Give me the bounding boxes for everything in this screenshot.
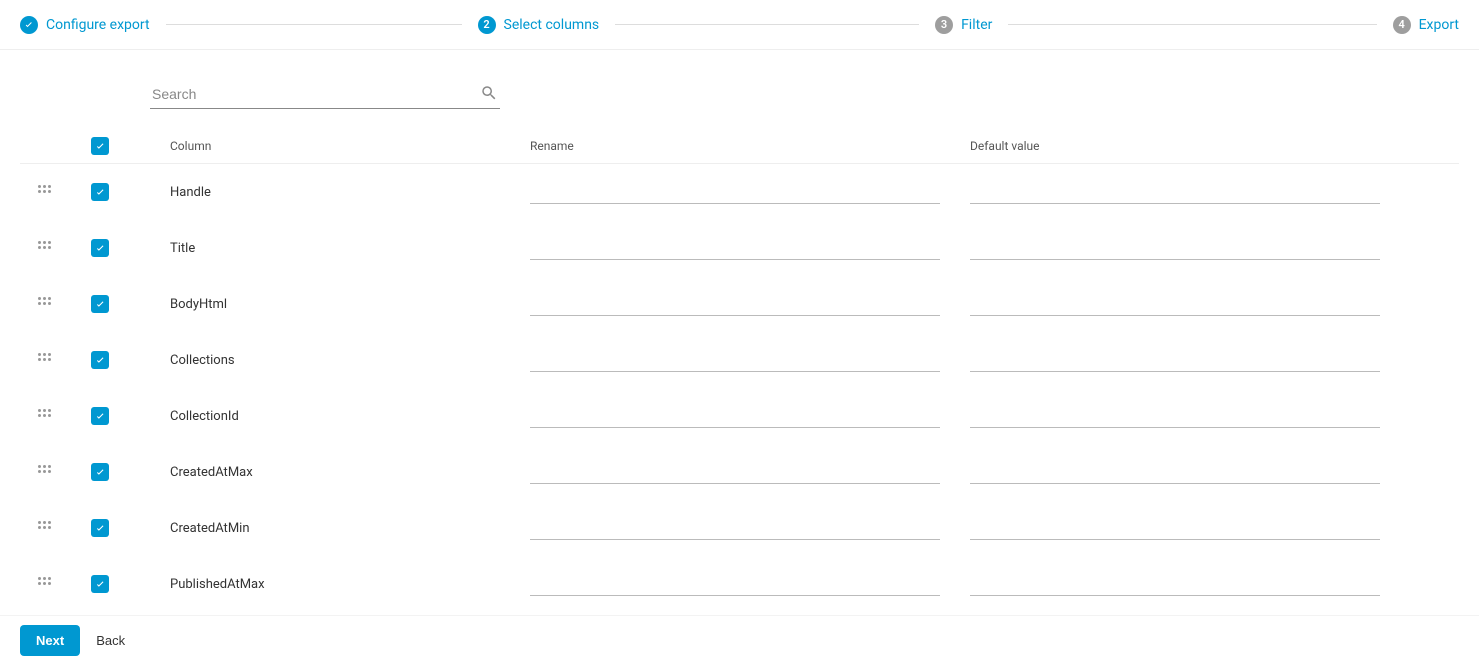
rename-input[interactable] <box>530 236 940 260</box>
rename-input[interactable] <box>530 572 940 596</box>
default-value-input[interactable] <box>970 516 1380 540</box>
column-name: Title <box>130 241 530 256</box>
table-header: Column Rename Default value <box>20 129 1459 164</box>
rename-input[interactable] <box>530 292 940 316</box>
step-label: Configure export <box>46 17 150 33</box>
step-connector <box>1008 24 1376 25</box>
column-name: CreatedAtMin <box>130 521 530 536</box>
drag-handle-icon[interactable] <box>38 241 52 255</box>
row-checkbox[interactable] <box>91 407 109 425</box>
column-name: CollectionId <box>130 409 530 424</box>
row-checkbox[interactable] <box>91 351 109 369</box>
step-label: Filter <box>961 17 992 33</box>
table-row: Title <box>20 220 1459 276</box>
stepper: Configure export 2 Select columns 3 Filt… <box>0 0 1479 50</box>
row-checkbox[interactable] <box>91 519 109 537</box>
rename-input[interactable] <box>530 404 940 428</box>
row-checkbox[interactable] <box>91 575 109 593</box>
columns-table: Column Rename Default value Handle Title B… <box>20 129 1459 612</box>
table-row: Collections <box>20 332 1459 388</box>
footer: Next Back <box>0 615 1479 665</box>
default-value-input[interactable] <box>970 404 1380 428</box>
rename-input[interactable] <box>530 180 940 204</box>
check-circle-icon <box>20 16 38 34</box>
search-input[interactable] <box>150 80 500 109</box>
drag-handle-icon[interactable] <box>38 409 52 423</box>
default-value-input[interactable] <box>970 236 1380 260</box>
drag-handle-icon[interactable] <box>38 577 52 591</box>
step-configure-export[interactable]: Configure export <box>20 16 478 34</box>
step-number-icon: 2 <box>478 16 496 34</box>
drag-handle-icon[interactable] <box>38 297 52 311</box>
default-value-input[interactable] <box>970 572 1380 596</box>
column-name: BodyHtml <box>130 297 530 312</box>
drag-handle-icon[interactable] <box>38 353 52 367</box>
default-value-input[interactable] <box>970 348 1380 372</box>
rename-input[interactable] <box>530 460 940 484</box>
search-icon <box>480 84 498 102</box>
search-wrap <box>150 80 500 109</box>
header-default-value: Default value <box>970 139 1410 153</box>
row-checkbox[interactable] <box>91 239 109 257</box>
table-row: CreatedAtMin <box>20 500 1459 556</box>
step-label: Export <box>1419 17 1459 33</box>
row-checkbox[interactable] <box>91 183 109 201</box>
column-name: CreatedAtMax <box>130 465 530 480</box>
step-export[interactable]: 4 Export <box>1393 16 1459 34</box>
next-button[interactable]: Next <box>20 625 80 656</box>
table-row: CreatedAtMax <box>20 444 1459 500</box>
back-button[interactable]: Back <box>96 633 125 648</box>
rename-input[interactable] <box>530 348 940 372</box>
default-value-input[interactable] <box>970 180 1380 204</box>
content-area: Column Rename Default value Handle Title B… <box>0 50 1479 615</box>
column-name: Collections <box>130 353 530 368</box>
row-checkbox[interactable] <box>91 295 109 313</box>
column-name: PublishedAtMax <box>130 577 530 592</box>
step-connector <box>615 24 919 25</box>
step-number-icon: 3 <box>935 16 953 34</box>
header-column: Column <box>130 139 530 153</box>
table-row: Handle <box>20 164 1459 220</box>
row-checkbox[interactable] <box>91 463 109 481</box>
table-row: CollectionId <box>20 388 1459 444</box>
drag-handle-icon[interactable] <box>38 185 52 199</box>
table-row: PublishedAtMax <box>20 556 1459 612</box>
step-filter[interactable]: 3 Filter <box>935 16 1393 34</box>
step-number-icon: 4 <box>1393 16 1411 34</box>
default-value-input[interactable] <box>970 292 1380 316</box>
step-label: Select columns <box>504 17 600 33</box>
step-connector <box>166 24 462 25</box>
default-value-input[interactable] <box>970 460 1380 484</box>
select-all-checkbox[interactable] <box>91 137 109 155</box>
drag-handle-icon[interactable] <box>38 465 52 479</box>
table-row: BodyHtml <box>20 276 1459 332</box>
column-name: Handle <box>130 185 530 200</box>
header-rename: Rename <box>530 139 970 153</box>
rename-input[interactable] <box>530 516 940 540</box>
step-select-columns[interactable]: 2 Select columns <box>478 16 936 34</box>
drag-handle-icon[interactable] <box>38 521 52 535</box>
